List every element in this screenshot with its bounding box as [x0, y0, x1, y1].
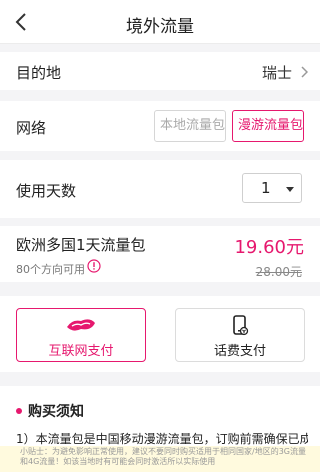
internet-pay-button[interactable]: 互联网支付: [16, 308, 146, 362]
package-original-price: 28.00元: [255, 265, 302, 279]
notes-item-1: 1）本流量包是中国移动漫游流量包，订购前需确保已成功开: [16, 432, 308, 446]
info-icon[interactable]: [87, 259, 101, 273]
phone-bill-pay-label: 话费支付: [213, 344, 266, 359]
internet-pay-label: 互联网支付: [48, 344, 114, 359]
destination-value: 瑞士: [261, 64, 292, 82]
notes-heading: 购买须知: [16, 401, 84, 421]
local-package-option[interactable]: 本地流量包: [154, 110, 226, 142]
days-value: 1: [261, 179, 271, 197]
tip-text: 小贴士：为避免影响正常使用，建议不要同时购买适用于相同国家/地区的3G流量和4G…: [20, 447, 306, 466]
phone-bill-icon: [233, 315, 249, 336]
screen: 境外流量 目的地 瑞士 网络 本地流量包 漫游流量包 使用天数 1 欧洲多国1天…: [0, 0, 320, 472]
bullet-dot-icon: [16, 408, 22, 414]
phone-bill-pay-button[interactable]: 话费支付: [175, 308, 305, 362]
network-row: 网络 本地流量包 漫游流量包: [0, 101, 320, 151]
destination-label: 目的地: [16, 64, 62, 82]
header-bar: 境外流量: [0, 0, 320, 44]
package-name: 欧洲多国1天流量包: [16, 236, 146, 254]
days-label: 使用天数: [16, 182, 77, 200]
roaming-package-option[interactable]: 漫游流量包: [232, 110, 304, 142]
notes-heading-text: 购买须知: [28, 404, 84, 420]
package-price: 19.60元: [234, 237, 304, 258]
package-row: 欧洲多国1天流量包 80个方向可用 19.60元 28.00元: [0, 226, 320, 282]
package-directions: 80个方向可用: [16, 263, 85, 276]
days-dropdown[interactable]: 1: [242, 173, 302, 203]
page-title: 境外流量: [126, 17, 194, 37]
destination-row[interactable]: 目的地 瑞士: [0, 52, 320, 90]
days-row: 使用天数 1: [0, 160, 320, 218]
network-label: 网络: [16, 119, 47, 137]
internet-pay-logo-icon: [67, 319, 95, 331]
tip-banner: 小贴士：为避免影响正常使用，建议不要同时购买适用于相同国家/地区的3G流量和4G…: [0, 446, 320, 472]
payment-row: 互联网支付 话费支付: [0, 296, 320, 372]
chevron-right-icon: [301, 66, 308, 78]
caret-down-icon: [286, 187, 294, 192]
